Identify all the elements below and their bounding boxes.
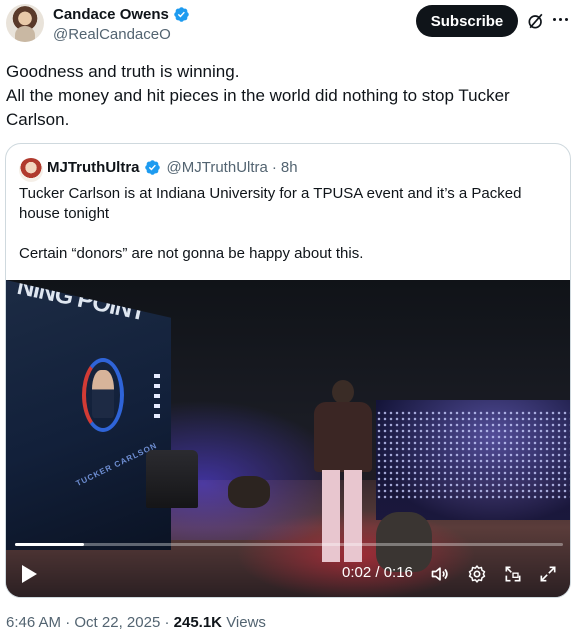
play-icon[interactable] <box>20 564 38 584</box>
quoted-time-ago[interactable]: 8h <box>281 159 298 176</box>
meta-separator: · <box>164 614 170 631</box>
speaker <box>310 380 374 570</box>
meta-separator: · <box>65 614 71 631</box>
video-progress-fill <box>15 543 84 546</box>
quoted-author-line: MJTruthUltra @MJTruthUltra · 8h <box>47 159 298 176</box>
grok-icon[interactable] <box>526 11 546 31</box>
quoted-post[interactable]: MJTruthUltra @MJTruthUltra · 8h Tucker C… <box>5 143 571 598</box>
post-line: Carlson. <box>6 110 70 129</box>
screen-logo-text: NING POINT <box>14 280 148 327</box>
video-progress-bar[interactable] <box>15 543 563 546</box>
video-time: 0:02 / 0:16 <box>342 564 413 581</box>
views-count: 245.1K <box>173 614 223 631</box>
post-line: Goodness and truth is winning. <box>6 62 240 81</box>
author-name-line: Candace Owens <box>53 6 190 23</box>
quoted-line: Certain “donors” are not gonna be happy … <box>19 245 364 262</box>
quoted-line <box>19 224 559 244</box>
quoted-line: house tonight <box>19 205 110 222</box>
quoted-display-name[interactable]: MJTruthUltra <box>47 159 140 176</box>
post-time[interactable]: 6:46 AM <box>6 614 61 631</box>
audience-lights <box>376 410 570 500</box>
dog <box>376 512 432 572</box>
subscribe-button[interactable]: Subscribe <box>416 5 518 37</box>
quoted-text: Tucker Carlson is at Indiana University … <box>19 184 559 264</box>
stage-lights <box>154 374 160 422</box>
settings-gear-icon[interactable] <box>467 564 487 584</box>
screen-portrait <box>92 370 114 418</box>
podium <box>146 450 198 508</box>
post-line: All the money and hit pieces in the worl… <box>6 86 510 105</box>
post-text: Goodness and truth is winning. All the m… <box>6 60 566 132</box>
author-display-name[interactable]: Candace Owens <box>53 6 169 23</box>
author-avatar[interactable] <box>6 4 44 42</box>
video-player[interactable]: NING POINT TUCKER CARLSON 0:02 / 0:16 <box>6 280 570 597</box>
post-date[interactable]: Oct 22, 2025 <box>74 614 160 631</box>
stage-screen: NING POINT TUCKER CARLSON <box>6 280 171 550</box>
quoted-line: Tucker Carlson is at Indiana University … <box>19 185 522 202</box>
picture-in-picture-icon[interactable] <box>503 564 523 584</box>
more-icon[interactable] <box>553 18 569 24</box>
verified-badge-icon <box>144 160 160 175</box>
fullscreen-icon[interactable] <box>538 564 558 584</box>
quoted-handle[interactable]: @MJTruthUltra <box>167 159 268 176</box>
volume-icon[interactable] <box>430 564 450 584</box>
quoted-separator: · <box>271 159 277 176</box>
quoted-author-avatar[interactable] <box>19 158 43 182</box>
verified-badge-icon <box>174 7 189 22</box>
author-handle[interactable]: @RealCandaceO <box>53 26 171 43</box>
dog <box>228 476 270 508</box>
post-meta: 6:46 AM · Oct 22, 2025 · 245.1K Views <box>6 614 266 631</box>
views-label: Views <box>226 614 266 631</box>
